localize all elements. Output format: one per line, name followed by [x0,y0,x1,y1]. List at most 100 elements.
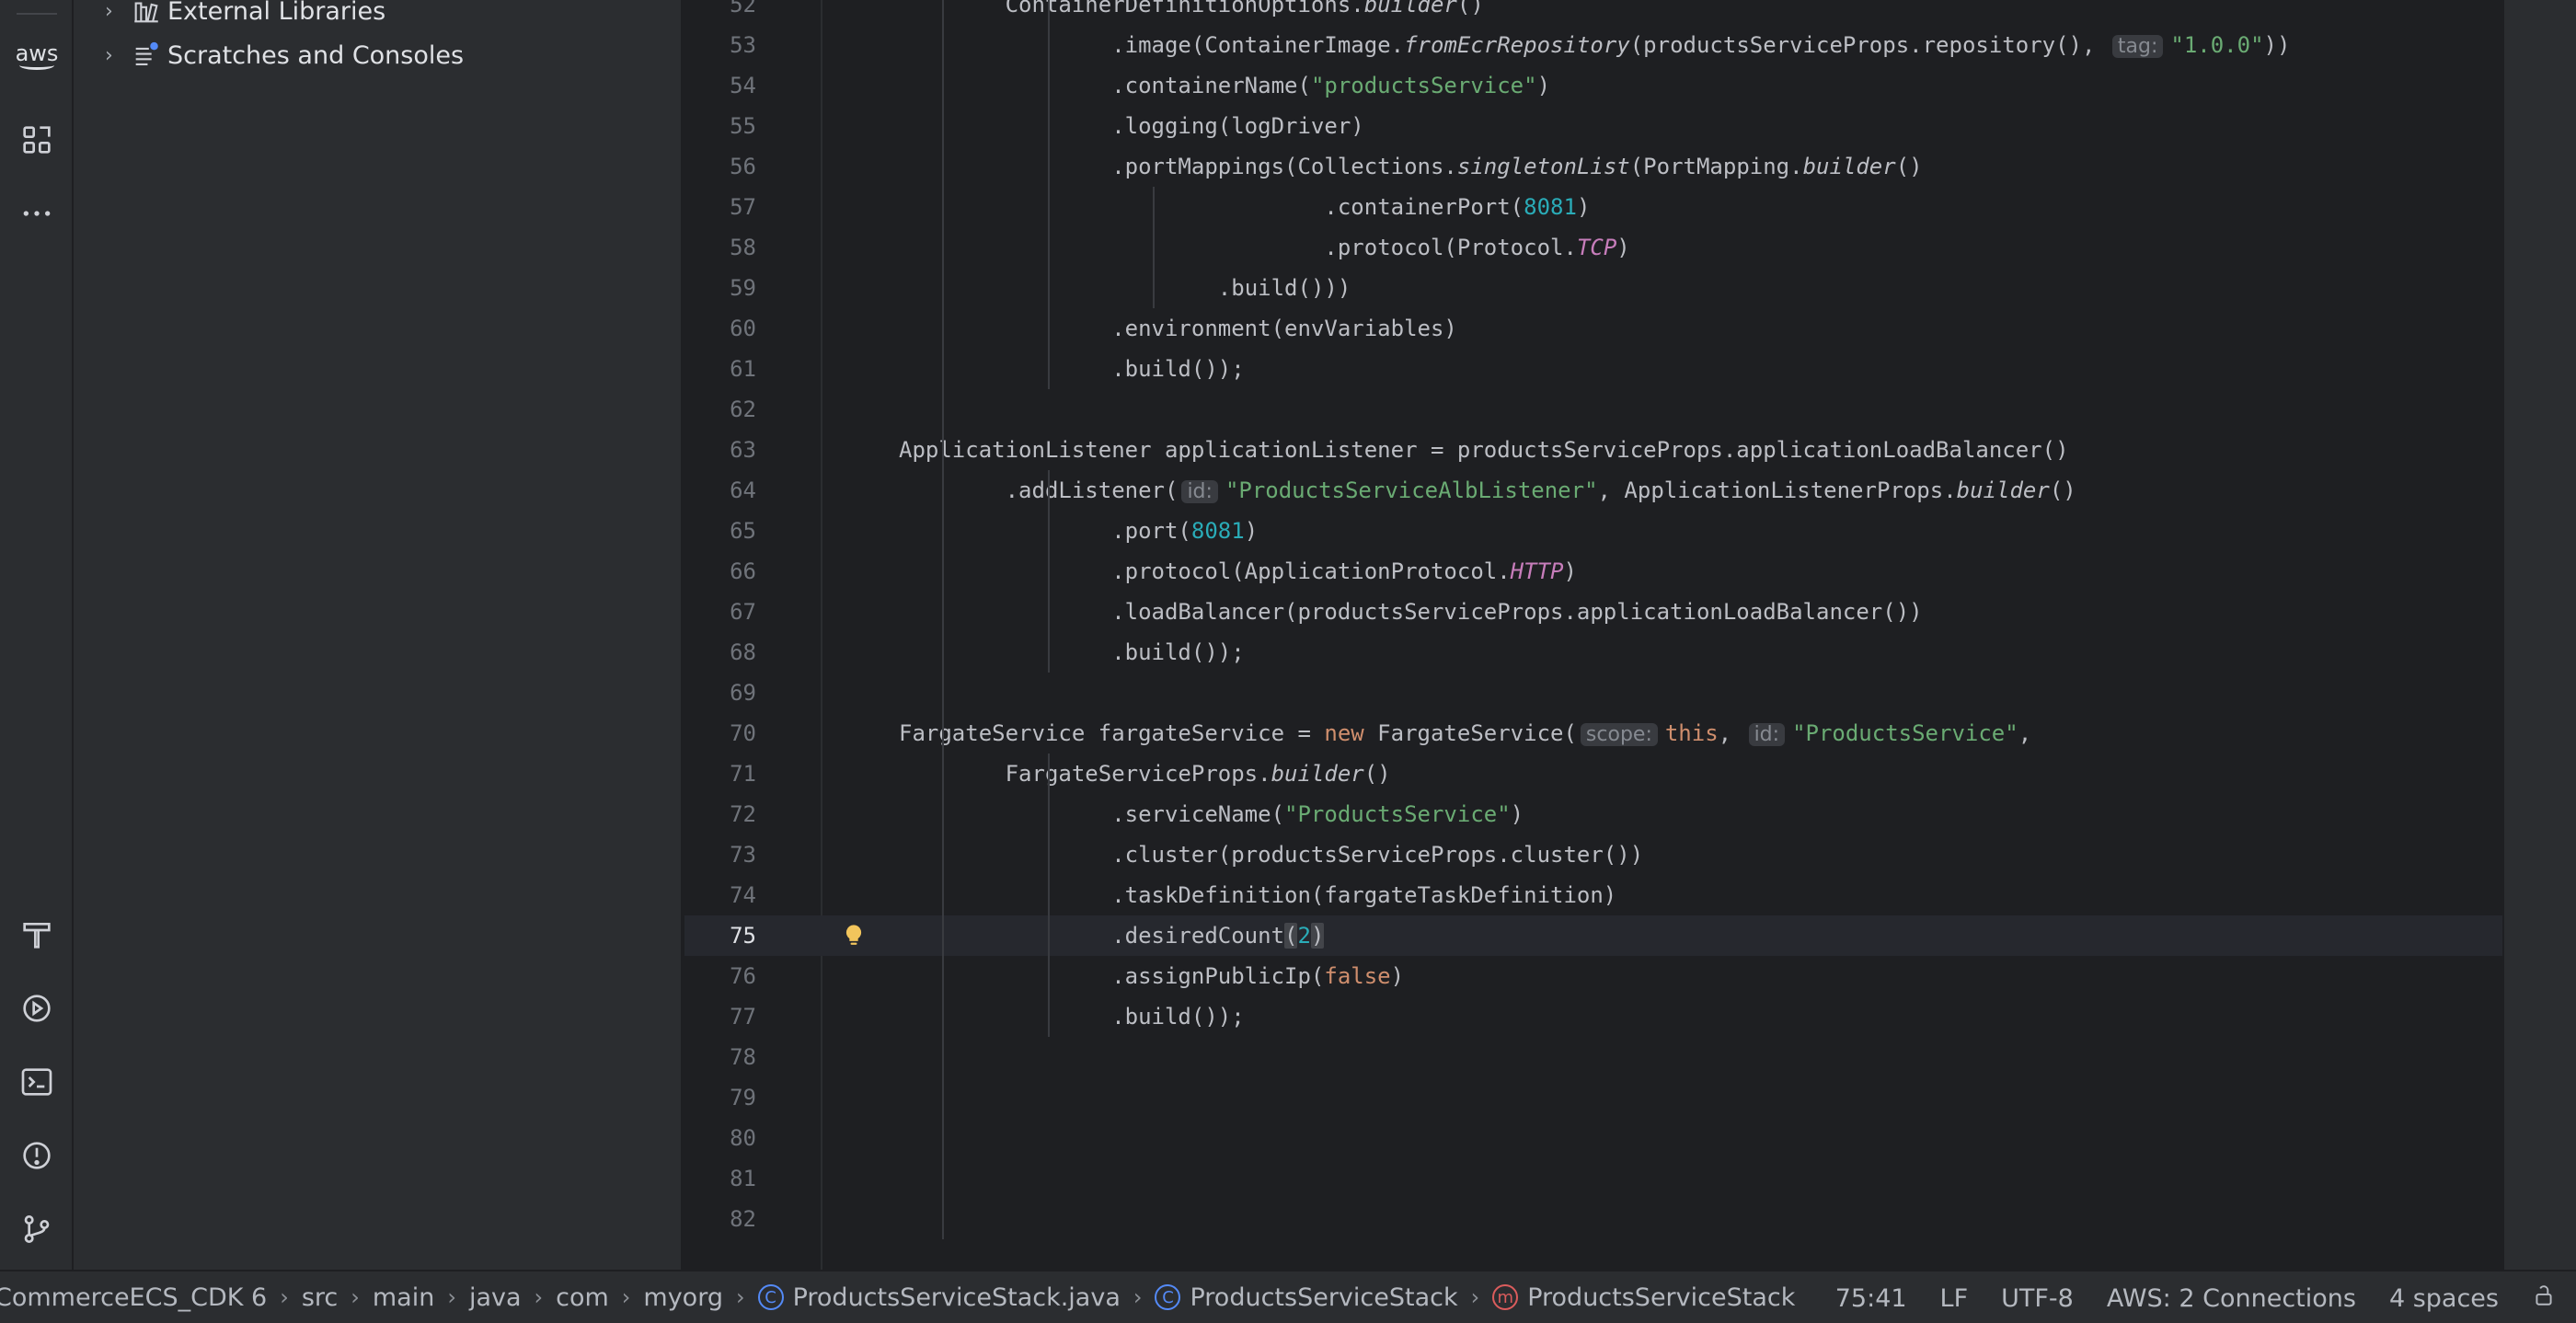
code-line[interactable]: 52 ContainerDefinitionOptions.builder() [684,0,2502,25]
breadcrumb-item[interactable]: C ProductsServiceStack.java [757,1283,1121,1312]
line-number[interactable]: 56 [684,146,756,187]
code-line[interactable]: 62 [684,389,2502,430]
code-text[interactable]: .desiredCount(2) [1111,915,1325,956]
line-number[interactable]: 63 [684,430,756,470]
code-line[interactable]: 59 .build())) [684,268,2502,308]
code-line[interactable]: 64 .addListener(id: "ProductsServiceAlbLis… [684,470,2502,511]
line-number[interactable]: 73 [684,834,756,875]
code-line[interactable]: 68 .build()); [684,632,2502,673]
line-number[interactable]: 54 [684,65,756,106]
line-number[interactable]: 53 [684,25,756,65]
line-number[interactable]: 57 [684,187,756,227]
line-number[interactable]: 64 [684,470,756,511]
problems-icon[interactable] [15,1133,59,1178]
code-text[interactable]: .build()); [1111,996,1245,1037]
code-text[interactable]: ContainerDefinitionOptions.builder() [1006,0,1484,25]
line-separator[interactable]: LF [1940,1284,1969,1313]
line-number[interactable]: 78 [684,1037,756,1077]
code-text[interactable]: .addListener(id: "ProductsServiceAlbListe… [1006,470,2076,511]
code-text[interactable]: .portMappings(Collections.singletonList(… [1111,146,1922,187]
code-text[interactable]: .build())) [1218,268,1351,308]
breadcrumb-item[interactable]: C ProductsServiceStack [1155,1283,1458,1312]
line-number[interactable]: 52 [684,0,756,25]
aws-icon[interactable]: aws [7,40,66,85]
line-number[interactable]: 82 [684,1199,756,1239]
code-text[interactable]: .logging(logDriver) [1111,106,1364,146]
code-line[interactable]: 56 .portMappings(Collections.singletonLis… [684,146,2502,187]
code-line[interactable]: 53 .image(ContainerImage.fromEcrRepositor… [684,25,2502,65]
code-line[interactable]: 81 [684,1158,2502,1199]
breadcrumb-item[interactable]: com [556,1283,609,1312]
code-text[interactable]: .containerPort(8081) [1324,187,1590,227]
more-icon[interactable] [15,191,59,236]
breadcrumb-item[interactable]: java [469,1283,522,1312]
code-line[interactable]: 65 .port(8081) [684,511,2502,551]
chevron-right-icon[interactable]: › [105,0,121,23]
code-line[interactable]: 74 .taskDefinition(fargateTaskDefinition) [684,875,2502,915]
breadcrumb-item[interactable]: main [373,1283,434,1312]
line-number[interactable]: 55 [684,106,756,146]
code-line[interactable]: 72 .serviceName("ProductsService") [684,794,2502,834]
code-text[interactable]: FargateServiceProps.builder() [1006,754,1391,794]
breadcrumb-item[interactable]: myorg [643,1283,723,1312]
code-editor[interactable]: 52 ContainerDefinitionOptions.builder() 53… [684,0,2502,1270]
code-line[interactable]: 63 ApplicationListener applicationListene… [684,430,2502,470]
code-text[interactable]: .serviceName("ProductsService") [1111,794,1524,834]
code-text[interactable]: ApplicationListener applicationListener … [899,430,2069,470]
git-icon[interactable] [15,1207,59,1251]
code-text[interactable]: .protocol(ApplicationProtocol.HTTP) [1111,551,1577,592]
code-line[interactable]: 58 .protocol(Protocol.TCP) [684,227,2502,268]
caret-position[interactable]: 75:41 [1835,1284,1907,1313]
code-text[interactable]: .containerName("productsService") [1111,65,1550,106]
code-line[interactable]: 75 .desiredCount(2) [684,915,2502,956]
breadcrumb-item[interactable]: m ProductsServiceStack [1492,1283,1795,1312]
line-number[interactable]: 69 [684,673,756,713]
unlock-icon[interactable] [2532,1283,2556,1314]
code-line[interactable]: 57 .containerPort(8081) [684,187,2502,227]
code-text[interactable]: .build()); [1111,349,1245,389]
line-number[interactable]: 60 [684,308,756,349]
code-line[interactable]: 54 .containerName("productsService") [684,65,2502,106]
line-number[interactable]: 80 [684,1118,756,1158]
code-line[interactable]: 70 FargateService fargateService = new Fa… [684,713,2502,754]
line-number[interactable]: 67 [684,592,756,632]
line-number[interactable]: 81 [684,1158,756,1199]
code-text[interactable]: .taskDefinition(fargateTaskDefinition) [1111,875,1616,915]
tree-item-external-libraries[interactable]: › External Libraries [74,0,681,31]
code-text[interactable]: FargateService fargateService = new Farg… [899,713,2031,754]
breadcrumb-item[interactable]: CommerceECS_CDK 6 [0,1283,267,1312]
line-number[interactable]: 71 [684,754,756,794]
build-hammer-icon[interactable] [15,913,59,957]
code-line[interactable]: 55 .logging(logDriver) [684,106,2502,146]
code-line[interactable]: 82 [684,1199,2502,1239]
aws-connections[interactable]: AWS: 2 Connections [2107,1284,2356,1313]
code-text[interactable]: .port(8081) [1111,511,1258,551]
line-number[interactable]: 70 [684,713,756,754]
code-text[interactable]: .image(ContainerImage.fromEcrRepository(… [1111,25,2290,65]
code-line[interactable]: 78 [684,1037,2502,1077]
line-number[interactable]: 58 [684,227,756,268]
breadcrumb-item[interactable]: src [302,1283,338,1312]
code-line[interactable]: 77 .build()); [684,996,2502,1037]
code-line[interactable]: 80 [684,1118,2502,1158]
code-text[interactable]: .loadBalancer(productsServiceProps.appli… [1111,592,1922,632]
line-number[interactable]: 72 [684,794,756,834]
line-number[interactable]: 75 [684,915,756,956]
code-text[interactable]: .assignPublicIp(false) [1111,956,1404,996]
file-encoding[interactable]: UTF-8 [2001,1284,2074,1313]
code-text[interactable]: .cluster(productsServiceProps.cluster()) [1111,834,1643,875]
line-number[interactable]: 76 [684,956,756,996]
structure-icon[interactable] [15,118,59,162]
line-number[interactable]: 77 [684,996,756,1037]
chevron-right-icon[interactable]: › [105,44,121,67]
line-number[interactable]: 65 [684,511,756,551]
line-number[interactable]: 74 [684,875,756,915]
code-line[interactable]: 71 FargateServiceProps.builder() [684,754,2502,794]
code-text[interactable]: .environment(envVariables) [1111,308,1457,349]
line-number[interactable]: 79 [684,1077,756,1118]
run-icon[interactable] [15,986,59,1030]
code-text[interactable]: .build()); [1111,632,1245,673]
lightbulb-icon[interactable] [841,923,867,949]
line-number[interactable]: 62 [684,389,756,430]
code-text[interactable]: .protocol(Protocol.TCP) [1324,227,1629,268]
